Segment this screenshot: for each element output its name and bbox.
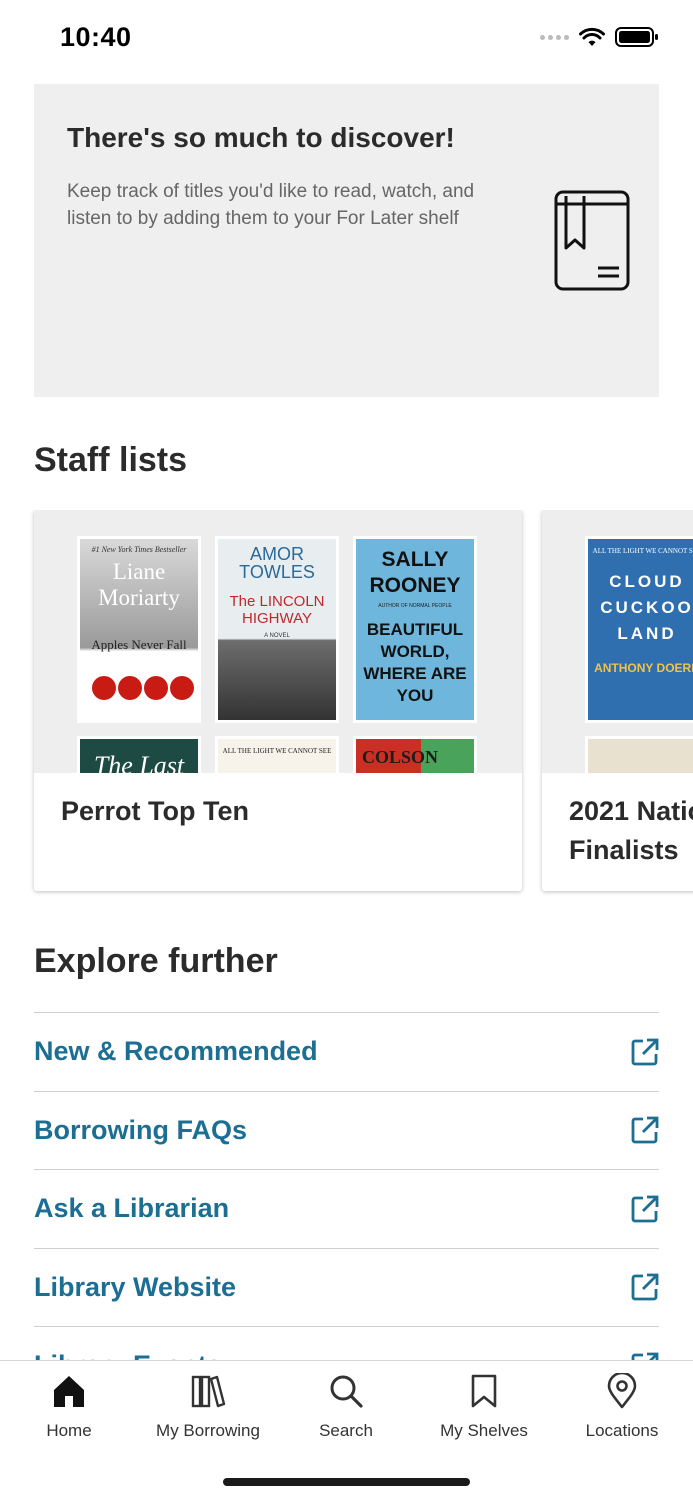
book-cover: ALL THE LIGHT WE CANNOT SEE CLOUD CUCKOO…: [585, 536, 693, 723]
book-cover: COLSON: [353, 736, 477, 773]
cover-title: Apples Never Fall: [91, 637, 187, 652]
books-icon: [191, 1375, 226, 1408]
staff-list-card[interactable]: #1 New York Times Bestseller Liane Moria…: [34, 510, 522, 891]
wifi-icon: [579, 27, 605, 46]
cover-byline: AUTHOR OF NORMAL PEOPLE: [378, 603, 452, 609]
cover-author: Liane Moriarty: [98, 559, 180, 610]
staff-lists-heading: Staff lists: [34, 441, 188, 479]
explore-link-library-website[interactable]: Library Website: [34, 1247, 659, 1327]
bookmark-icon: [471, 1374, 497, 1408]
explore-link-borrowing-faqs[interactable]: Borrowing FAQs: [34, 1090, 659, 1170]
search-icon: [330, 1375, 363, 1408]
location-pin-icon: [607, 1373, 637, 1409]
book-cover: [585, 736, 693, 773]
battery-icon: [615, 27, 658, 47]
cover-title: CLOUD CUCKOO LAND: [600, 572, 693, 643]
tab-label: My Shelves: [440, 1421, 528, 1440]
staff-list-card[interactable]: ALL THE LIGHT WE CANNOT SEE CLOUD CUCKOO…: [542, 510, 693, 891]
explore-further-heading: Explore further: [34, 942, 278, 980]
tab-label: Search: [319, 1421, 373, 1440]
status-icons: [540, 26, 659, 48]
promo-text: Keep track of titles you'd like to read,…: [67, 181, 475, 229]
book-cover: AMOR TOWLES The LINCOLN HIGHWAY A NOVEL: [215, 536, 339, 723]
cover-author: ANTHONY DOERR: [594, 661, 693, 675]
cellular-signal-icon: [540, 34, 569, 40]
external-link-icon: [631, 1038, 659, 1066]
explore-further-list: New & Recommended Borrowing FAQs Ask a L…: [34, 1012, 659, 1405]
cover-author: COLSON: [362, 747, 439, 767]
tab-my-borrowing[interactable]: My Borrowing: [139, 1371, 277, 1441]
cover-author: AMOR TOWLES: [239, 544, 315, 582]
home-icon: [54, 1376, 84, 1407]
cover-author: SALLY ROONEY: [369, 548, 461, 597]
book-cover: ALL THE LIGHT WE CANNOT SEE: [215, 736, 339, 773]
book-covers-collage: ALL THE LIGHT WE CANNOT SEE CLOUD CUCKOO…: [542, 510, 693, 773]
explore-link-label: Library Website: [34, 1271, 237, 1302]
status-time: 10:40: [60, 22, 132, 52]
book-covers-collage: #1 New York Times Bestseller Liane Moria…: [34, 510, 522, 773]
cover-title: BEAUTIFUL WORLD, WHERE ARE YOU: [363, 620, 467, 705]
staff-lists-carousel[interactable]: #1 New York Times Bestseller Liane Moria…: [0, 510, 693, 900]
explore-link-ask-librarian[interactable]: Ask a Librarian: [34, 1169, 659, 1248]
explore-link-label: New & Recommended: [34, 1036, 318, 1067]
cover-text: #1 New York Times Bestseller: [91, 545, 187, 554]
home-indicator[interactable]: [223, 1478, 470, 1486]
explore-link-label: Ask a Librarian: [34, 1193, 230, 1224]
book-cover: SALLY ROONEY AUTHOR OF NORMAL PEOPLE BEA…: [353, 536, 477, 723]
external-link-icon: [631, 1195, 659, 1223]
explore-link-label: Borrowing FAQs: [34, 1114, 248, 1145]
cover-title: The Last: [93, 751, 185, 773]
book-cover: The Last: [77, 736, 201, 773]
staff-list-title: Perrot Top Ten: [61, 796, 249, 826]
tab-label: My Borrowing: [156, 1421, 260, 1440]
tab-locations[interactable]: Locations: [553, 1371, 691, 1441]
for-later-promo-card[interactable]: There's so much to discover! Keep track …: [34, 84, 659, 397]
staff-list-title: 2021 National Book Award Finalists: [569, 796, 693, 865]
tab-home[interactable]: Home: [0, 1371, 138, 1441]
tab-search[interactable]: Search: [277, 1371, 415, 1441]
tab-label: Home: [46, 1421, 92, 1440]
book-cover: #1 New York Times Bestseller Liane Moria…: [77, 536, 201, 723]
promo-title: There's so much to discover!: [67, 122, 455, 153]
explore-link-new-recommended[interactable]: New & Recommended: [34, 1012, 659, 1091]
cover-subtitle: A NOVEL: [264, 633, 290, 639]
tab-label: Locations: [585, 1421, 659, 1440]
status-bar: 10:40: [0, 0, 693, 78]
apples-illustration: [92, 676, 194, 700]
book-bookmark-icon: [554, 190, 630, 291]
cover-title: The LINCOLN HIGHWAY: [229, 593, 325, 627]
cover-text: ALL THE LIGHT WE CANNOT SEE: [592, 547, 693, 555]
external-link-icon: [631, 1116, 659, 1144]
tab-my-shelves[interactable]: My Shelves: [415, 1371, 553, 1441]
cover-text: ALL THE LIGHT WE CANNOT SEE: [222, 747, 332, 755]
external-link-icon: [631, 1273, 659, 1301]
